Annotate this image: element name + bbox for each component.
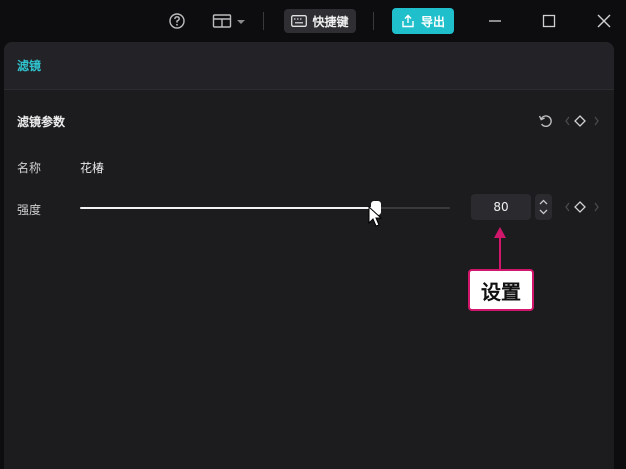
toolbar-divider xyxy=(373,12,374,30)
mouse-cursor-icon xyxy=(368,206,383,227)
keyframe-nav[interactable] xyxy=(564,112,608,130)
toolbar-divider xyxy=(263,12,264,30)
export-button[interactable]: 导出 xyxy=(392,8,454,34)
title-bar: 快捷键 导出 xyxy=(0,0,626,42)
name-label: 名称 xyxy=(17,161,42,175)
keyframe-nav[interactable] xyxy=(564,198,608,216)
annotation-arrow-icon xyxy=(494,227,506,270)
strength-label: 强度 xyxy=(17,203,42,217)
minimize-icon[interactable] xyxy=(485,11,505,31)
shortcut-button[interactable]: 快捷键 xyxy=(284,9,356,33)
keyframe-diamond-icon xyxy=(574,115,586,127)
strength-input[interactable]: 80 xyxy=(471,194,531,220)
section-title: 滤镜参数 xyxy=(17,115,66,129)
panel-title[interactable]: 滤镜 xyxy=(17,57,41,74)
panel-header: 滤镜 xyxy=(4,42,614,90)
export-button-label: 导出 xyxy=(420,14,445,29)
close-icon[interactable] xyxy=(594,11,614,31)
slider-fill xyxy=(80,207,376,209)
keyframe-diamond-icon xyxy=(574,201,586,213)
help-icon[interactable] xyxy=(167,11,187,31)
chevron-left-icon xyxy=(565,116,570,126)
filter-name-value: 花椿 xyxy=(80,161,105,175)
keyboard-icon xyxy=(291,15,308,27)
shortcut-button-label: 快捷键 xyxy=(312,14,349,29)
strength-stepper[interactable] xyxy=(535,194,552,220)
maximize-icon[interactable] xyxy=(539,11,559,31)
chevron-left-icon xyxy=(565,202,570,212)
upload-icon xyxy=(402,14,414,28)
annotation-label: 设置 xyxy=(468,269,534,311)
chevron-right-icon xyxy=(594,116,599,126)
layout-icon[interactable] xyxy=(212,11,246,31)
chevron-up-icon xyxy=(539,199,548,205)
filter-panel: 滤镜 滤镜参数 名称 花椿 强度 80 xyxy=(4,42,614,469)
chevron-down-icon xyxy=(539,209,548,215)
chevron-right-icon xyxy=(594,202,599,212)
reset-icon[interactable] xyxy=(537,112,555,130)
strength-slider[interactable] xyxy=(80,198,450,218)
chevron-down-icon xyxy=(237,20,245,24)
